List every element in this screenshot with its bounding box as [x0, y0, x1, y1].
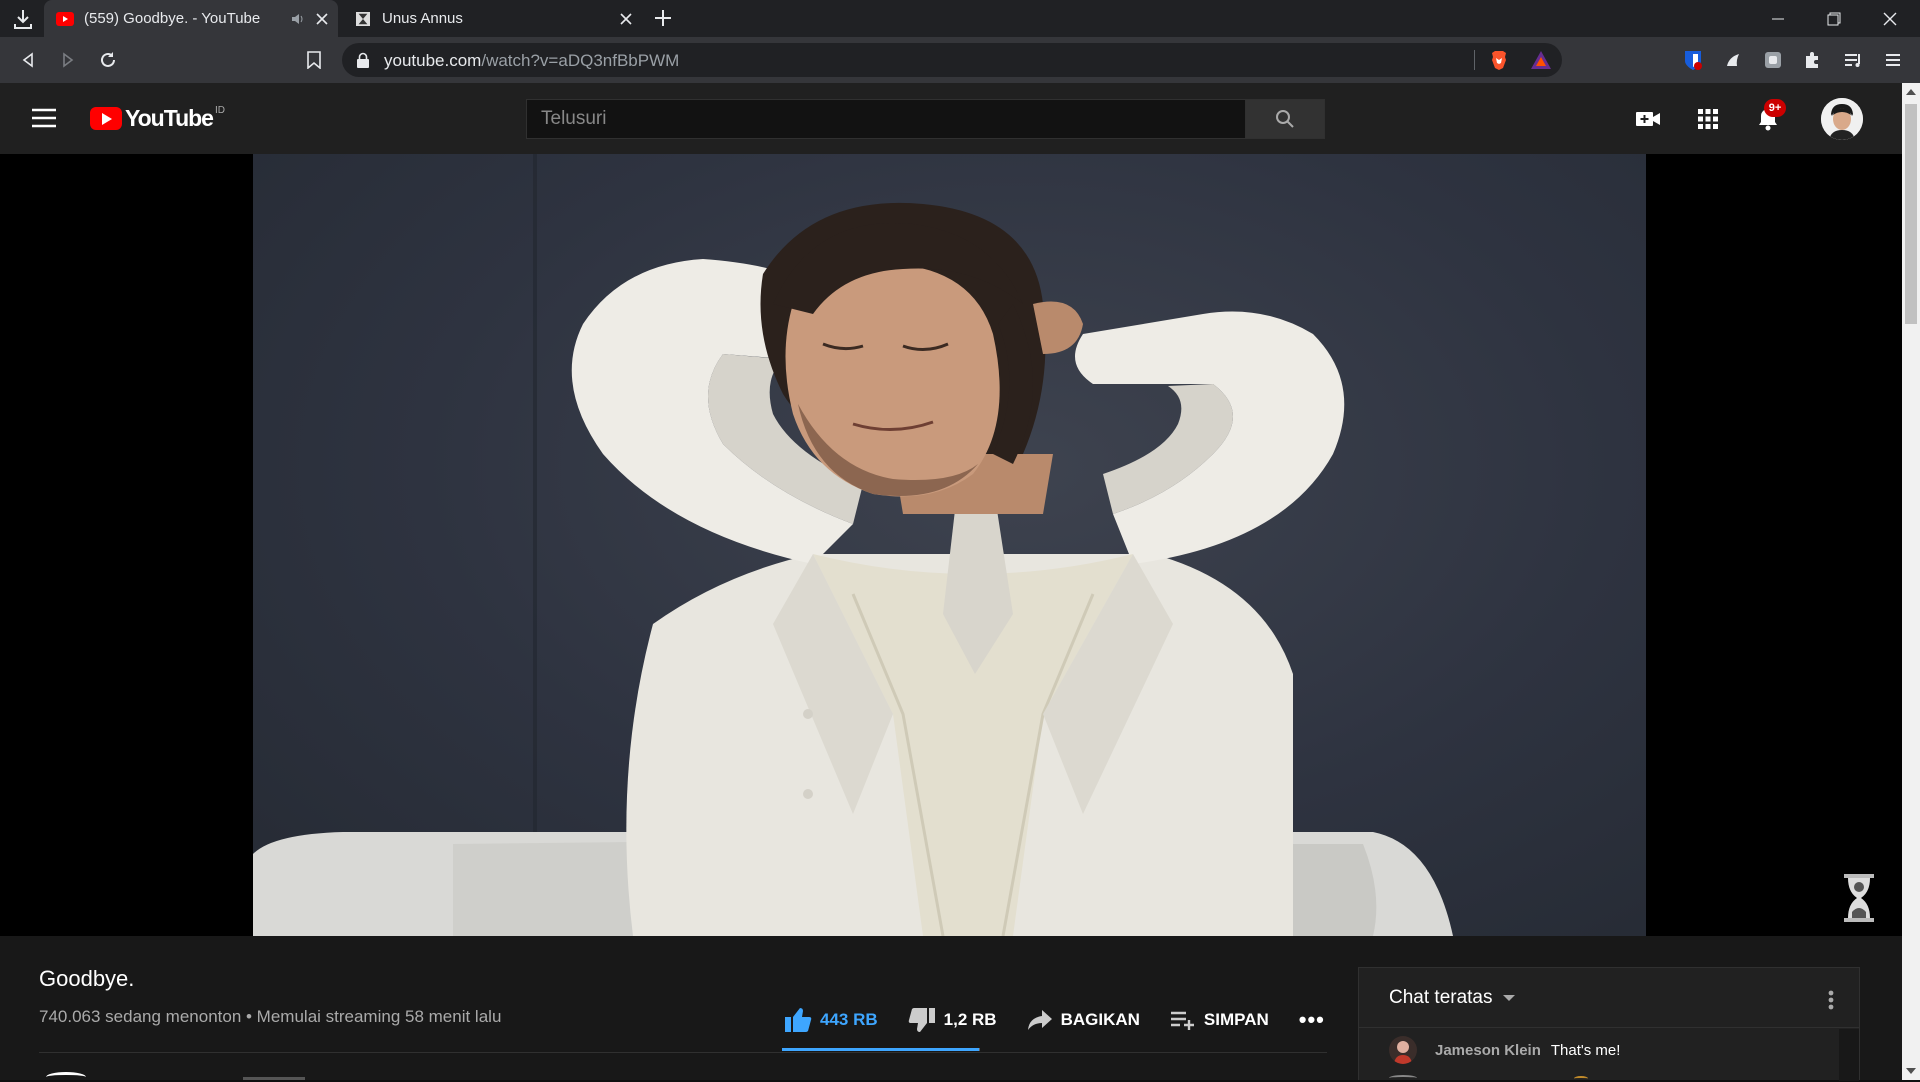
- dislike-button[interactable]: 1,2 RB: [908, 1007, 997, 1033]
- reload-icon[interactable]: [96, 48, 120, 72]
- close-window-icon[interactable]: [1862, 0, 1918, 37]
- chevron-down-icon: [1502, 995, 1515, 1001]
- browser-toolbar: youtube.com/watch?v=aDQ3nfBbPWM: [0, 37, 1920, 83]
- search-button[interactable]: [1245, 99, 1325, 139]
- like-button[interactable]: 443 RB: [784, 1007, 878, 1033]
- video-actions: 443 RB 1,2 RB BAGIKAN SIMPAN •••: [784, 1002, 1325, 1038]
- search-icon: [1276, 110, 1294, 128]
- extensions-puzzle-icon[interactable]: [1800, 47, 1826, 73]
- youtube-favicon: [56, 11, 74, 26]
- browser-tabstrip: (559) Goodbye. - YouTube Unus Annus: [0, 0, 1920, 37]
- youtube-masthead: YouTube ID 9+: [0, 83, 1902, 154]
- restore-icon[interactable]: [1806, 0, 1862, 37]
- thumbs-down-icon: [908, 1008, 935, 1032]
- avatar[interactable]: [1821, 98, 1863, 140]
- hourglass-favicon: [356, 11, 370, 26]
- thumbs-up-icon: [785, 1008, 812, 1032]
- browser-menu-icon[interactable]: [1880, 47, 1906, 73]
- tab-youtube[interactable]: (559) Goodbye. - YouTube: [44, 0, 338, 37]
- divider: [39, 1052, 1327, 1053]
- save-button[interactable]: SIMPAN: [1170, 1010, 1269, 1030]
- chat-author-avatar[interactable]: [1389, 1036, 1417, 1064]
- more-actions-button[interactable]: •••: [1299, 1007, 1325, 1033]
- live-chat: Chat teratas Jameson Klein That's me!: [1358, 967, 1860, 1081]
- chat-message: Jameson Klein That's me!: [1389, 1036, 1620, 1064]
- scroll-up-arrow[interactable]: [1906, 89, 1916, 95]
- sentiment-bar-fill: [782, 1048, 980, 1051]
- bat-rewards-icon[interactable]: [1530, 49, 1552, 71]
- close-icon[interactable]: [620, 12, 632, 25]
- tab-title: Unus Annus: [382, 10, 463, 27]
- brave-shields-icon[interactable]: [1488, 49, 1510, 71]
- chat-author[interactable]: Jameson Klein: [1435, 1042, 1541, 1059]
- create-video-icon[interactable]: [1634, 105, 1662, 133]
- chat-header: Chat teratas: [1359, 968, 1859, 1028]
- video-meta: 740.063 sedang menonton • Memulai stream…: [39, 1007, 502, 1026]
- chat-author-avatar[interactable]: [1389, 1075, 1417, 1081]
- scrollbar-thumb[interactable]: [1905, 104, 1917, 324]
- apps-grid-icon[interactable]: [1694, 105, 1722, 133]
- share-icon: [1027, 1010, 1052, 1030]
- page-scrollbar[interactable]: [1902, 83, 1920, 1080]
- forward-icon[interactable]: [56, 48, 80, 72]
- video-still: [253, 154, 1453, 936]
- channel-avatar[interactable]: [46, 1072, 86, 1082]
- video-title: Goodbye.: [39, 966, 135, 991]
- video-frame[interactable]: [253, 154, 1646, 936]
- url-host: youtube.com: [384, 51, 482, 70]
- tab-title: (559) Goodbye. - YouTube: [84, 10, 261, 27]
- lock-icon[interactable]: [356, 52, 370, 68]
- url-path: /watch?v=aDQ3nfBbPWM: [481, 51, 680, 70]
- mute-icon[interactable]: [290, 11, 306, 27]
- extension-icon[interactable]: [1760, 47, 1786, 73]
- url-text: youtube.com/watch?v=aDQ3nfBbPWM: [384, 51, 679, 71]
- extension-icon[interactable]: [1720, 47, 1746, 73]
- chat-mode-dropdown[interactable]: Chat teratas: [1389, 987, 1515, 1009]
- bookmark-icon[interactable]: [302, 48, 326, 72]
- dislike-count: 1,2 RB: [943, 1010, 997, 1029]
- chat-text: That's me!: [1550, 1041, 1621, 1059]
- notification-badge: 9+: [1764, 99, 1786, 117]
- chat-badge-icon: [1574, 1076, 1588, 1081]
- minimize-icon[interactable]: [1750, 0, 1806, 37]
- hamburger-icon[interactable]: [32, 107, 56, 129]
- youtube-play-icon: [90, 106, 122, 130]
- kebab-menu-icon[interactable]: [1821, 988, 1841, 1012]
- like-count: 443 RB: [820, 1010, 878, 1029]
- share-label: BAGIKAN: [1060, 1010, 1140, 1029]
- save-label: SIMPAN: [1203, 1010, 1269, 1029]
- chat-scrollbar[interactable]: [1839, 1029, 1859, 1081]
- unus-annus-watermark[interactable]: [1840, 872, 1878, 924]
- download-icon[interactable]: [10, 6, 36, 32]
- share-button[interactable]: BAGIKAN: [1027, 1009, 1140, 1031]
- bitwarden-extension-icon[interactable]: [1680, 47, 1706, 73]
- close-icon[interactable]: [316, 12, 328, 25]
- new-tab-icon[interactable]: [652, 7, 674, 29]
- search-input[interactable]: [527, 100, 1245, 138]
- sentiment-bar: [782, 1048, 980, 1051]
- playlist-add-icon: [1170, 1011, 1194, 1030]
- scroll-down-arrow[interactable]: [1906, 1068, 1916, 1074]
- search-box: [526, 99, 1245, 139]
- country-code: ID: [214, 105, 225, 116]
- address-bar[interactable]: youtube.com/watch?v=aDQ3nfBbPWM: [342, 43, 1562, 77]
- youtube-logo[interactable]: YouTube ID: [90, 103, 225, 133]
- logo-wordmark: YouTube: [125, 104, 214, 131]
- media-queue-icon[interactable]: [1840, 47, 1866, 73]
- chat-mode-label: Chat teratas: [1389, 987, 1493, 1008]
- back-icon[interactable]: [16, 48, 40, 72]
- tab-unus-annus[interactable]: Unus Annus: [346, 0, 642, 37]
- omnibox-divider: [1474, 50, 1475, 70]
